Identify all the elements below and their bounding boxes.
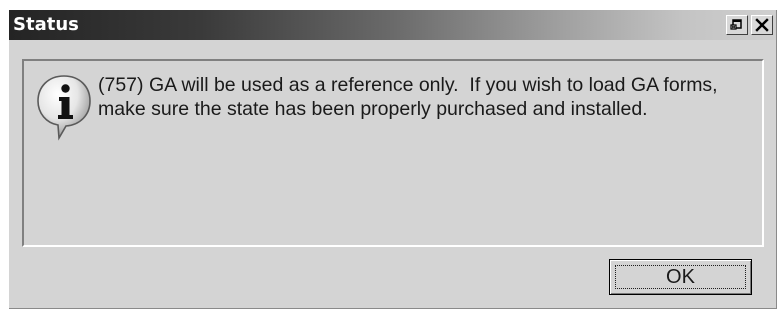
restore-icon bbox=[730, 19, 742, 30]
close-icon bbox=[755, 18, 769, 32]
title-bar[interactable]: Status bbox=[9, 10, 776, 40]
message-text: (757) GA will be used as a reference onl… bbox=[98, 74, 718, 120]
restore-button[interactable] bbox=[726, 15, 748, 35]
window-title: Status bbox=[13, 14, 79, 35]
information-icon bbox=[37, 75, 91, 141]
message-panel: (757) GA will be used as a reference onl… bbox=[22, 59, 764, 247]
ok-button[interactable]: OK bbox=[609, 259, 752, 295]
close-button[interactable] bbox=[751, 15, 773, 35]
status-dialog: Status (757) GA will be used as a refere… bbox=[9, 10, 777, 309]
ok-button-label: OK bbox=[666, 266, 695, 288]
